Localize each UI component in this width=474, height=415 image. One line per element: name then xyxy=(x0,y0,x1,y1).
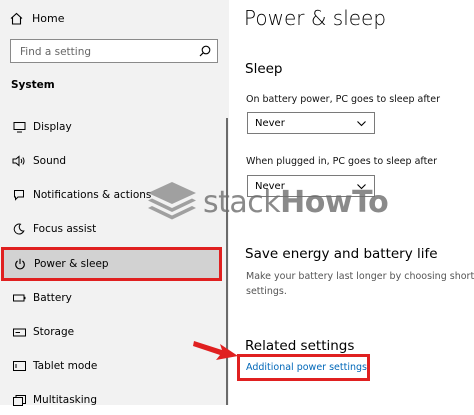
battery-icon xyxy=(11,290,27,306)
sidebar-item-display[interactable]: Display xyxy=(0,112,226,142)
notification-icon xyxy=(11,187,27,203)
battery-sleep-label: On battery power, PC goes to sleep after xyxy=(246,94,441,105)
home-link[interactable]: Home xyxy=(10,9,64,27)
multitasking-icon xyxy=(11,392,27,408)
power-icon xyxy=(12,256,28,272)
page-title: Power & sleep xyxy=(244,6,387,30)
red-arrow-icon xyxy=(193,341,238,360)
display-icon xyxy=(11,119,27,135)
watermark: stackHowTo xyxy=(146,180,389,226)
sidebar-item-sound[interactable]: Sound xyxy=(0,146,226,176)
additional-power-settings-link[interactable]: Additional power settings xyxy=(246,362,367,373)
energy-description-line1: Make your battery last longer by choosin… xyxy=(246,271,474,282)
watermark-text-bold: HowTo xyxy=(280,185,389,220)
sidebar-item-label: Multitasking xyxy=(33,394,98,406)
highlight-box: Additional power settings xyxy=(237,354,370,381)
sidebar-item-label: Tablet mode xyxy=(33,360,98,372)
moon-icon xyxy=(11,221,27,237)
tablet-icon xyxy=(11,358,27,374)
sidebar-item-label: Battery xyxy=(33,292,72,304)
home-label: Home xyxy=(32,11,65,25)
watermark-text: stackHowTo xyxy=(203,185,389,220)
energy-description-line2: settings. xyxy=(246,286,287,297)
sidebar-item-label: Sound xyxy=(33,155,67,167)
search-box[interactable] xyxy=(10,39,218,63)
sidebar-item-power-sleep[interactable]: Power & sleep xyxy=(1,247,222,281)
chevron-down-icon xyxy=(357,121,366,127)
sleep-heading: Sleep xyxy=(245,61,283,77)
related-settings-heading: Related settings xyxy=(245,338,355,354)
stack-logo-icon xyxy=(148,182,196,220)
home-icon xyxy=(10,12,23,25)
sidebar-item-label: Power & sleep xyxy=(34,258,109,270)
speaker-icon xyxy=(11,153,27,169)
sidebar-item-label: Notifications & actions xyxy=(33,189,152,201)
sidebar-item-battery[interactable]: Battery xyxy=(0,283,226,313)
sidebar-item-label: Focus assist xyxy=(33,223,97,235)
section-label-system: System xyxy=(11,79,55,91)
energy-description: Make your battery last longer by choosin… xyxy=(246,269,474,299)
search-input[interactable] xyxy=(11,41,190,63)
search-icon[interactable] xyxy=(199,45,211,57)
battery-sleep-value: Never xyxy=(255,117,285,129)
watermark-text-light: stack xyxy=(203,185,281,220)
sidebar-item-label: Storage xyxy=(33,326,75,338)
storage-icon xyxy=(11,324,27,340)
sidebar-item-label: Display xyxy=(33,121,72,133)
energy-heading: Save energy and battery life xyxy=(245,246,438,262)
sidebar-item-multitasking[interactable]: Multitasking xyxy=(0,385,226,415)
plugged-sleep-label: When plugged in, PC goes to sleep after xyxy=(246,156,438,167)
battery-sleep-dropdown[interactable]: Never xyxy=(247,112,375,134)
